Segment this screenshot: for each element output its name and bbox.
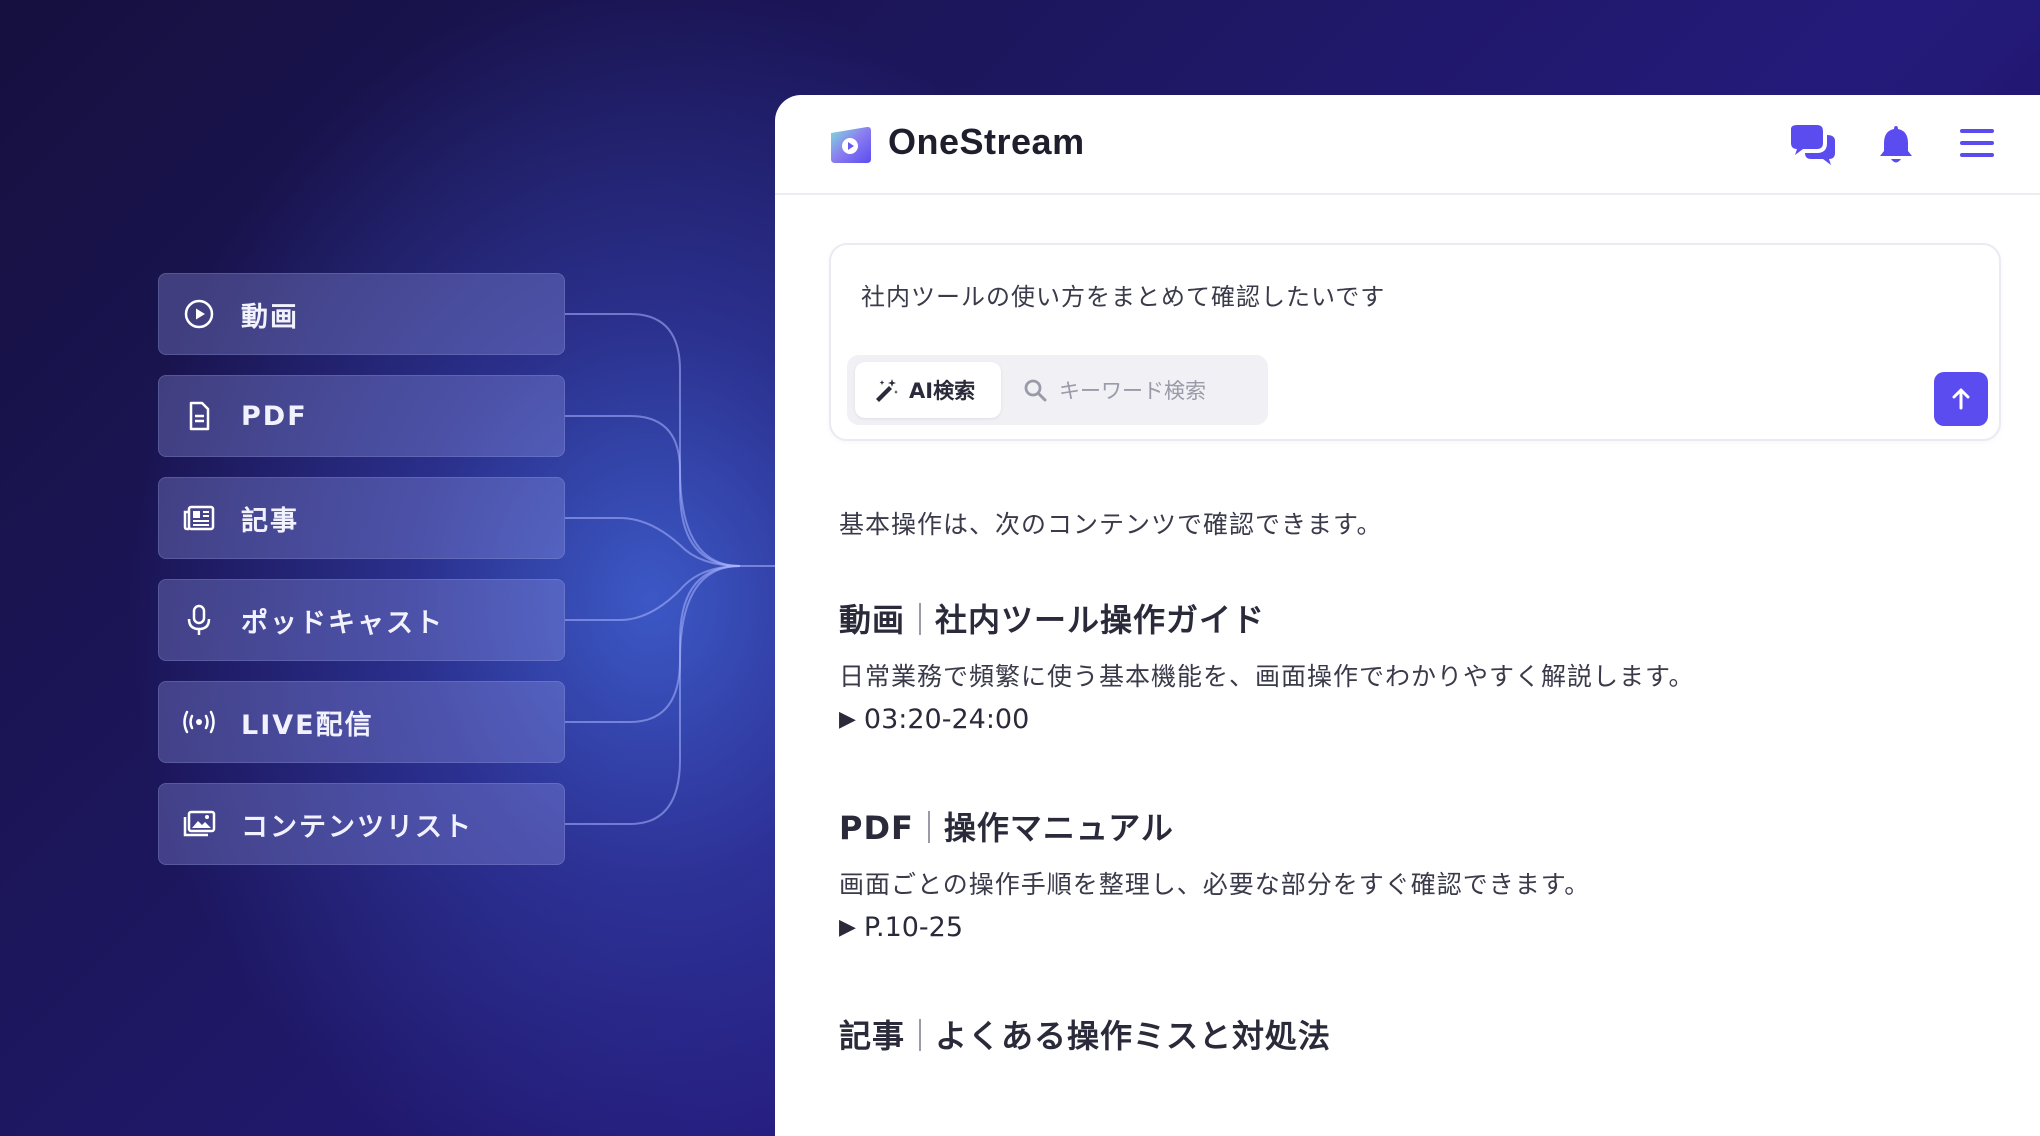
menu-item-label: PDF [241,400,308,432]
menu-item-live[interactable]: LIVE配信 [158,681,565,763]
document-icon [181,398,217,434]
image-list-icon [181,806,217,842]
search-query-input[interactable]: 社内ツールの使い方をまとめて確認したいです [861,277,1385,312]
result-page-link[interactable]: ▶ P.10-25 [839,912,963,943]
search-box: 社内ツールの使い方をまとめて確認したいです AI検索 キーワード検索 [829,243,2001,441]
menu-item-label: ポッドキャスト [241,607,444,639]
result-meta: P.10-25 [863,912,964,943]
result-description: 日常業務で頻繁に使う基本機能を、画面操作でわかりやすく解説します。 [839,662,1695,691]
result-meta: 03:20-24:00 [863,704,1030,735]
result-name: よくある操作ミスと対処法 [935,1017,1332,1055]
result-type: 動画 [839,601,906,639]
menu-item-article[interactable]: 記事 [158,477,565,559]
play-triangle-icon: ▶ [839,707,856,732]
result-name: 操作マニュアル [943,809,1174,847]
result-description: 画面ごとの操作手順を整理し、必要な部分をすぐ確認できます。 [839,870,1591,899]
menu-item-label: コンテンツリスト [241,811,473,843]
arrow-up-icon [1948,386,1974,412]
title-separator [919,1019,922,1051]
onestream-logo-icon [827,125,875,171]
bell-icon[interactable] [1876,123,1916,171]
chat-bubbles-icon[interactable] [1787,123,1839,171]
result-timestamp-link[interactable]: ▶ 03:20-24:00 [839,704,1029,735]
search-icon [1023,378,1047,402]
result-title[interactable]: 記事 よくある操作ミスと対処法 [839,1011,1331,1057]
answer-intro: 基本操作は、次のコンテンツで確認できます。 [839,510,1383,539]
result-name: 社内ツール操作ガイド [935,601,1266,639]
app-header: OneStream [775,95,2040,195]
menu-item-video[interactable]: 動画 [158,273,565,355]
result-title[interactable]: 動画 社内ツール操作ガイド [839,595,1265,641]
menu-item-content-list[interactable]: コンテンツリスト [158,783,565,865]
menu-item-pdf[interactable]: PDF [158,375,565,457]
result-type: PDF [839,809,914,847]
keyword-search-tab[interactable]: キーワード検索 [1023,362,1206,418]
result-type: 記事 [839,1017,906,1055]
search-mode-toggle: AI検索 キーワード検索 [847,355,1268,425]
broadcast-icon [181,704,217,740]
menu-item-label: 記事 [241,505,299,537]
title-separator [919,603,922,635]
ai-search-tab[interactable]: AI検索 [855,362,1001,418]
microphone-icon [181,602,217,638]
keyword-search-label: キーワード検索 [1059,379,1206,403]
ai-search-label: AI検索 [909,379,976,403]
play-triangle-icon: ▶ [839,915,856,940]
title-separator [927,811,930,843]
brand-name: OneStream [888,121,1085,162]
menu-item-label: LIVE配信 [241,709,374,741]
app-window: OneStream 社内ツールの使い方をまとめて確認したいです AI検索 キーワ… [775,95,2040,1136]
result-title[interactable]: PDF 操作マニュアル [839,803,1174,849]
magic-wand-icon [873,377,899,403]
play-circle-icon [181,296,217,332]
menu-item-podcast[interactable]: ポッドキャスト [158,579,565,661]
hamburger-menu-icon[interactable] [1957,125,1997,165]
newspaper-icon [181,500,217,536]
menu-item-label: 動画 [241,301,299,333]
send-button[interactable] [1934,372,1988,426]
